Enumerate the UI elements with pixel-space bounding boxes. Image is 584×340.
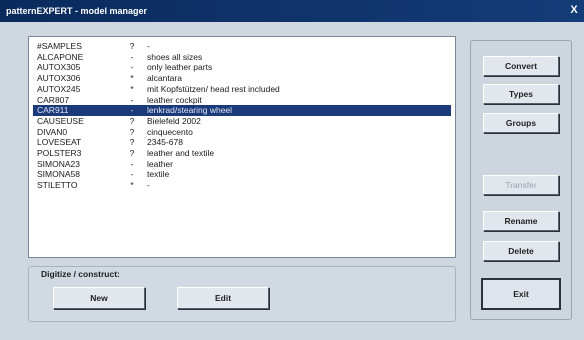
digitize-group: Digitize / construct: New Edit: [28, 266, 456, 322]
title-bar[interactable]: patternEXPERT - model manager X: [0, 0, 584, 22]
edit-button-label: Edit: [214, 293, 232, 303]
new-button[interactable]: New: [53, 287, 145, 309]
model-name: CAUSEUSE: [37, 115, 84, 126]
model-flag: ?: [129, 137, 135, 148]
model-name: AUTOX245: [37, 83, 81, 94]
model-flag: *: [130, 180, 134, 191]
model-manager-window: patternEXPERT - model manager X #SAMPLES…: [0, 0, 584, 340]
groups-button[interactable]: Groups: [483, 113, 559, 133]
list-item[interactable]: SIMONA23 - leather: [33, 159, 451, 170]
model-description: only leather parts: [147, 62, 213, 73]
list-item[interactable]: DIVAN0? cinquecento: [33, 127, 451, 138]
model-description: lenkrad/stearing wheel: [147, 105, 233, 116]
delete-button[interactable]: Delete: [483, 241, 559, 261]
model-flag: -: [130, 105, 134, 116]
list-item[interactable]: ALCAPONE - shoes all sizes: [33, 52, 451, 63]
model-name: AUTOX305: [37, 62, 81, 73]
model-name: STILETTO: [37, 180, 78, 191]
list-item[interactable]: AUTOX305 - only leather parts: [33, 62, 451, 73]
model-name: #SAMPLES: [37, 41, 82, 51]
groups-button-label: Groups: [505, 118, 537, 128]
model-name: DIVAN0: [37, 126, 68, 137]
model-description: mit Kopfstützen/ head rest included: [147, 83, 280, 94]
model-name: SIMONA23: [37, 158, 80, 169]
model-description: alcantara: [147, 73, 182, 84]
list-item[interactable]: CAR911 - lenkrad/stearing wheel: [33, 105, 451, 117]
list-item[interactable]: SIMONA58 - textile: [33, 169, 451, 180]
convert-button-label: Convert: [504, 61, 538, 71]
model-description: -: [147, 180, 150, 191]
model-name: ALCAPONE: [37, 51, 84, 62]
model-name: AUTOX306: [37, 73, 81, 84]
transfer-button[interactable]: Transfer: [483, 175, 559, 195]
actions-panel: Convert Types Groups Transfer Rename Del…: [470, 40, 572, 320]
list-item[interactable]: AUTOX245 * mit Kopfstützen/ head rest incl…: [33, 84, 451, 95]
list-item[interactable]: AUTOX306 * alcantara: [33, 73, 451, 84]
transfer-button-label: Transfer: [505, 180, 537, 190]
model-flag: *: [130, 73, 134, 84]
model-flag: -: [130, 169, 134, 180]
model-description: cinquecento: [147, 126, 193, 137]
model-description: shoes all sizes: [147, 51, 203, 62]
model-flag: *: [130, 83, 134, 94]
list-item[interactable]: CAR807 - leather cockpit: [33, 95, 451, 106]
model-flag: ?: [129, 148, 135, 158]
model-name: POLSTER3: [37, 148, 82, 158]
types-button-label: Types: [509, 89, 533, 99]
exit-button[interactable]: Exit: [481, 278, 561, 310]
model-flag: -: [130, 51, 134, 62]
model-description: -: [147, 41, 150, 51]
model-description: textile: [147, 169, 170, 180]
rename-button-label: Rename: [504, 216, 538, 226]
convert-button[interactable]: Convert: [483, 56, 559, 76]
model-flag: ?: [129, 126, 135, 137]
model-name: SIMONA58: [37, 169, 80, 180]
list-item[interactable]: CAUSEUSE? Bielefeld 2002: [33, 116, 451, 127]
model-description: 2345-678: [147, 137, 183, 148]
model-description: Bielefeld 2002: [147, 115, 201, 126]
edit-button[interactable]: Edit: [177, 287, 269, 309]
model-name: CAR807: [37, 94, 70, 105]
delete-button-label: Delete: [508, 246, 534, 256]
new-button-label: New: [90, 293, 108, 303]
rename-button[interactable]: Rename: [483, 211, 559, 231]
list-item[interactable]: LOVESEAT? 2345-678: [33, 137, 451, 148]
model-flag: -: [130, 94, 134, 105]
model-description: leather cockpit: [147, 94, 202, 105]
list-item[interactable]: STILETTO * -: [33, 180, 451, 191]
model-flag: ?: [129, 41, 135, 51]
window-title: patternEXPERT - model manager: [6, 6, 148, 16]
model-name: LOVESEAT: [37, 137, 82, 148]
digitize-label: Digitize / construct:: [39, 269, 122, 279]
model-list[interactable]: #SAMPLES? - ALCAPONE - shoes all sizes AUTOX3…: [28, 36, 456, 258]
model-flag: -: [130, 62, 134, 73]
close-icon[interactable]: X: [568, 3, 580, 17]
types-button[interactable]: Types: [483, 84, 559, 104]
model-name: CAR911: [37, 105, 69, 116]
model-description: leather: [147, 158, 173, 169]
model-description: leather and textile: [147, 148, 215, 158]
model-flag: -: [130, 158, 134, 169]
list-item[interactable]: POLSTER3? leather and textile: [33, 148, 451, 159]
model-flag: ?: [129, 115, 135, 126]
exit-button-label: Exit: [513, 289, 529, 299]
model-list-rows: #SAMPLES? - ALCAPONE - shoes all sizes AUTOX3…: [31, 39, 453, 255]
list-item[interactable]: #SAMPLES? -: [33, 41, 451, 52]
